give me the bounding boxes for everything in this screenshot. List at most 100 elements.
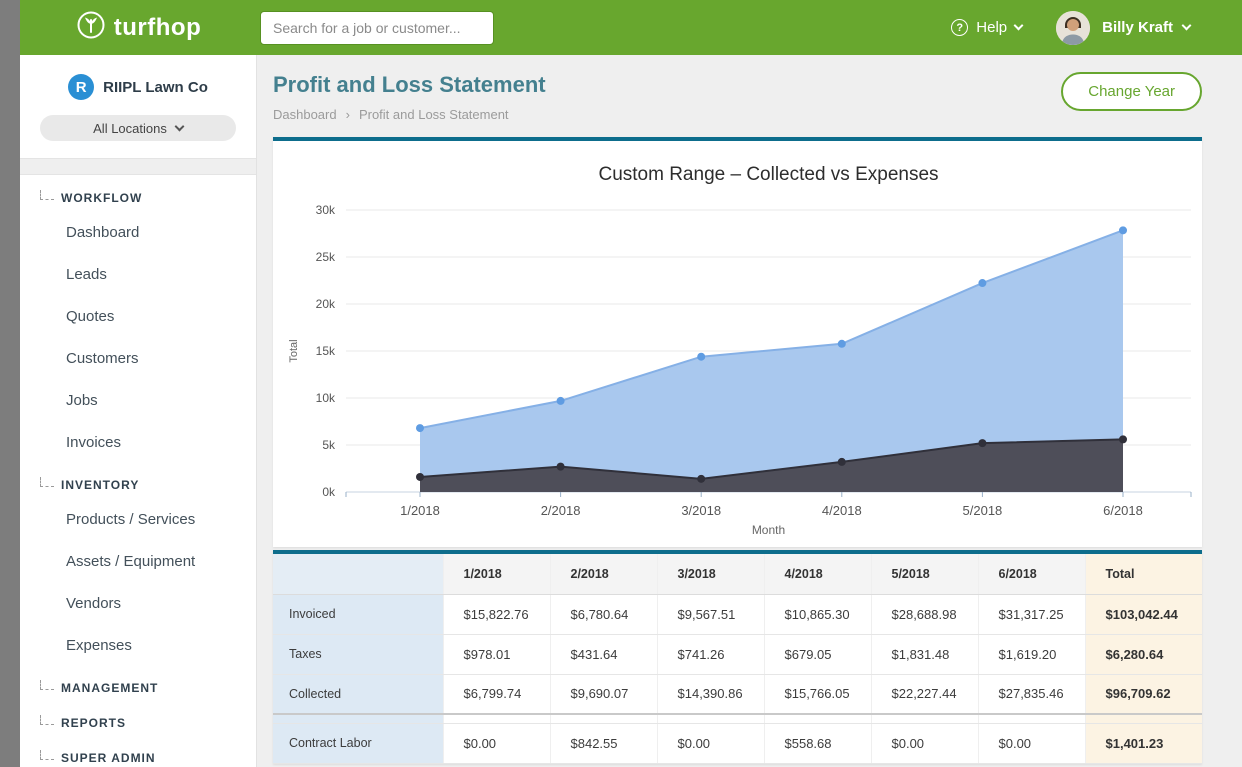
cell-total: $96,709.62 (1085, 674, 1202, 714)
cell: $1,619.20 (978, 634, 1085, 674)
page-title: Profit and Loss Statement (273, 72, 546, 98)
sidebar-item-assets-equipment[interactable]: Assets / Equipment (20, 541, 256, 583)
table-header-row: 1/2018 2/2018 3/2018 4/2018 5/2018 6/201… (273, 554, 1202, 594)
logo[interactable]: turfhop (20, 10, 257, 45)
search-input[interactable] (260, 11, 494, 45)
question-icon: ? (951, 19, 968, 36)
page-header: Profit and Loss Statement Dashboard › Pr… (273, 55, 1202, 122)
svg-text:Custom Range – Collected vs Ex: Custom Range – Collected vs Expenses (598, 164, 938, 185)
breadcrumb-current: Profit and Loss Statement (359, 107, 509, 122)
nav-section-management[interactable]: MANAGEMENT (20, 667, 256, 702)
column-header: 3/2018 (657, 554, 764, 594)
nav-section-super-admin[interactable]: SUPER ADMIN (20, 737, 256, 767)
cell-total: $1,401.23 (1085, 723, 1202, 763)
row-label: Contract Labor (273, 723, 443, 763)
breadcrumb-separator: › (346, 107, 350, 122)
breadcrumb-dashboard[interactable]: Dashboard (273, 107, 337, 122)
cell: $741.26 (657, 634, 764, 674)
cell-total: $103,042.44 (1085, 594, 1202, 634)
sidebar-nav: WORKFLOW Dashboard Leads Quotes Customer… (20, 175, 256, 767)
company-name: RIIPL Lawn Co (103, 79, 208, 96)
sidebar-item-quotes[interactable]: Quotes (20, 296, 256, 338)
svg-text:3/2018: 3/2018 (681, 503, 721, 518)
turfhop-leaf-icon (76, 10, 106, 45)
sidebar-item-products-services[interactable]: Products / Services (20, 499, 256, 541)
row-label: Invoiced (273, 594, 443, 634)
cell: $431.64 (550, 634, 657, 674)
breadcrumb: Dashboard › Profit and Loss Statement (273, 107, 546, 122)
column-header: 6/2018 (978, 554, 1085, 594)
sidebar-item-customers[interactable]: Customers (20, 338, 256, 380)
svg-text:Month: Month (752, 523, 785, 537)
table-row-taxes: Taxes $978.01 $431.64 $741.26 $679.05 $1… (273, 634, 1202, 674)
sidebar-item-jobs[interactable]: Jobs (20, 380, 256, 422)
cell: $27,835.46 (978, 674, 1085, 714)
logo-text: turfhop (114, 14, 201, 42)
pnl-area-chart: 0k5k10k15k20k25k30k1/20182/20183/20184/2… (273, 141, 1202, 547)
nav-section-workflow[interactable]: WORKFLOW (20, 177, 256, 212)
app-window: turfhop ? Help Billy Kraft R (20, 0, 1242, 767)
svg-text:Total: Total (288, 339, 300, 362)
svg-text:5/2018: 5/2018 (963, 503, 1003, 518)
locations-label: All Locations (93, 121, 167, 136)
chevron-down-icon (174, 121, 184, 131)
main-content: Profit and Loss Statement Dashboard › Pr… (257, 55, 1242, 767)
pnl-table-card: 1/2018 2/2018 3/2018 4/2018 5/2018 6/201… (273, 550, 1202, 764)
chevron-down-icon (1182, 21, 1192, 31)
column-header-total: Total (1085, 554, 1202, 594)
sidebar-item-dashboard[interactable]: Dashboard (20, 212, 256, 254)
cell: $9,690.07 (550, 674, 657, 714)
cell: $978.01 (443, 634, 550, 674)
help-label: Help (976, 19, 1007, 36)
cell: $0.00 (657, 723, 764, 763)
topbar-right: ? Help Billy Kraft (951, 11, 1242, 45)
column-header: 5/2018 (871, 554, 978, 594)
cell-total: $6,280.64 (1085, 634, 1202, 674)
cell: $9,567.51 (657, 594, 764, 634)
svg-text:10k: 10k (316, 391, 336, 405)
pnl-table: 1/2018 2/2018 3/2018 4/2018 5/2018 6/201… (273, 554, 1202, 764)
desktop-edge (0, 0, 20, 767)
cell: $6,780.64 (550, 594, 657, 634)
user-avatar[interactable] (1056, 11, 1090, 45)
chevron-down-icon (1014, 21, 1024, 31)
sidebar-item-vendors[interactable]: Vendors (20, 583, 256, 625)
svg-text:2/2018: 2/2018 (541, 503, 581, 518)
svg-text:5k: 5k (322, 438, 336, 452)
column-header: 1/2018 (443, 554, 550, 594)
user-name[interactable]: Billy Kraft (1102, 19, 1173, 36)
tree-branch-icon (40, 477, 54, 487)
cell: $1,831.48 (871, 634, 978, 674)
sidebar-item-invoices[interactable]: Invoices (20, 422, 256, 464)
table-row-contract-labor: Contract Labor $0.00 $842.55 $0.00 $558.… (273, 723, 1202, 763)
pnl-chart-card: 0k5k10k15k20k25k30k1/20182/20183/20184/2… (273, 137, 1202, 547)
svg-text:1/2018: 1/2018 (400, 503, 440, 518)
cell: $558.68 (764, 723, 871, 763)
tree-branch-icon (40, 190, 54, 200)
tree-branch-icon (40, 680, 54, 690)
cell: $842.55 (550, 723, 657, 763)
svg-text:4/2018: 4/2018 (822, 503, 862, 518)
cell: $6,799.74 (443, 674, 550, 714)
sidebar-item-expenses[interactable]: Expenses (20, 625, 256, 667)
change-year-button[interactable]: Change Year (1061, 72, 1202, 111)
cell: $15,766.05 (764, 674, 871, 714)
sidebar-item-leads[interactable]: Leads (20, 254, 256, 296)
table-row-invoiced: Invoiced $15,822.76 $6,780.64 $9,567.51 … (273, 594, 1202, 634)
cell: $10,865.30 (764, 594, 871, 634)
table-section-gap (273, 714, 1202, 723)
column-header: 2/2018 (550, 554, 657, 594)
svg-text:20k: 20k (316, 297, 336, 311)
company-row: R RIIPL Lawn Co (20, 55, 256, 100)
cell: $22,227.44 (871, 674, 978, 714)
help-menu[interactable]: ? Help (951, 19, 1022, 36)
nav-section-inventory[interactable]: INVENTORY (20, 464, 256, 499)
svg-text:6/2018: 6/2018 (1103, 503, 1143, 518)
row-label: Collected (273, 674, 443, 714)
table-row-collected: Collected $6,799.74 $9,690.07 $14,390.86… (273, 674, 1202, 714)
locations-selector[interactable]: All Locations (40, 115, 236, 141)
tree-branch-icon (40, 715, 54, 725)
cell: $15,822.76 (443, 594, 550, 634)
company-logo-icon: R (68, 74, 94, 100)
nav-section-reports[interactable]: REPORTS (20, 702, 256, 737)
